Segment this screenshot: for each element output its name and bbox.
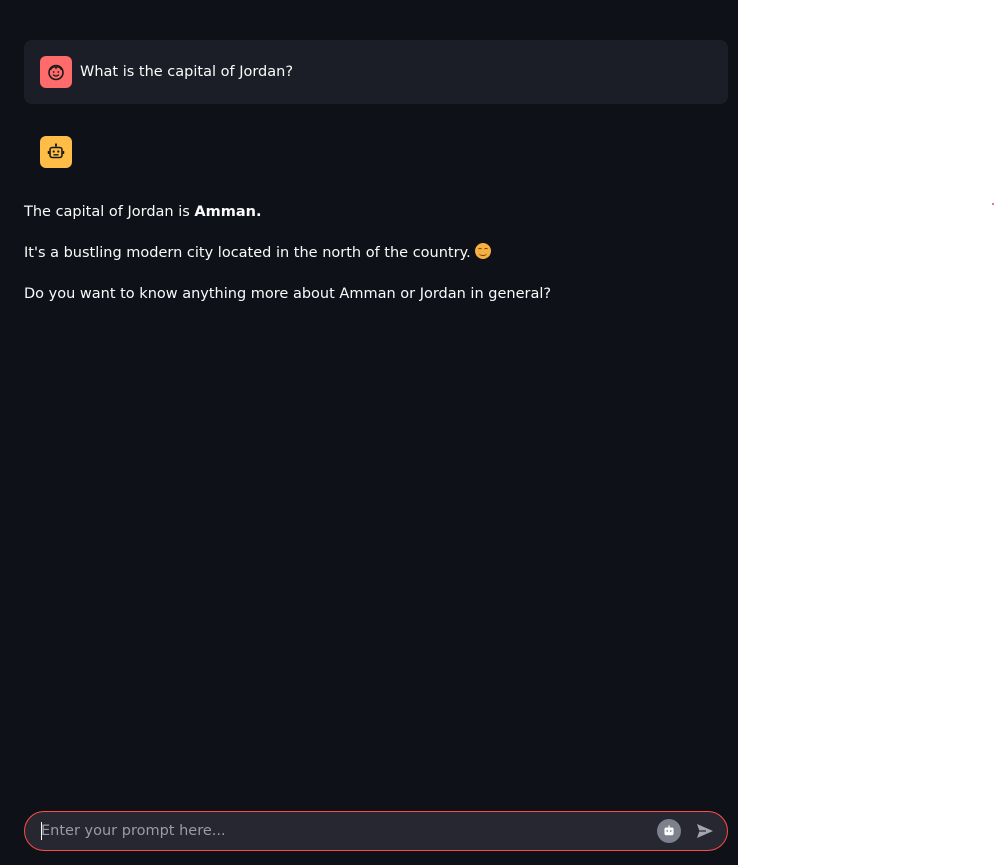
assistant-avatar-wrap [40,136,72,168]
user-message: What is the capital of Jordan? [24,40,728,104]
text-cursor [41,822,42,840]
assistant-line-1-text: The capital of Jordan is [24,204,195,220]
chat-input-bar [24,811,728,851]
user-avatar [40,56,72,88]
assistant-line-1-bold: Amman. [194,204,262,220]
assistant-line-3: Do you want to know anything more about … [24,286,552,302]
face-icon [48,64,64,81]
send-icon [697,824,713,838]
assistant-line-2-text: It's a bustling modern city located in t… [24,245,471,261]
smiling-face-emoji-icon [474,243,491,259]
chat-input[interactable] [25,811,657,851]
assistant-avatar [40,136,72,168]
assistant-line-1: The capital of Jordan is Amman. [24,200,714,224]
user-message-text: What is the capital of Jordan? [80,64,294,80]
robot-icon [664,825,674,836]
send-button[interactable] [693,819,717,843]
blank-pane [738,0,995,865]
robot-icon [47,143,65,159]
chat-app: What is the capital of Jordan? The capit… [0,0,738,865]
model-select-button[interactable] [657,819,681,843]
assistant-line-2: It's a bustling modern city located in t… [24,241,714,265]
assistant-message: The capital of Jordan is Amman. It's a b… [24,200,714,323]
stray-dot [992,203,994,205]
